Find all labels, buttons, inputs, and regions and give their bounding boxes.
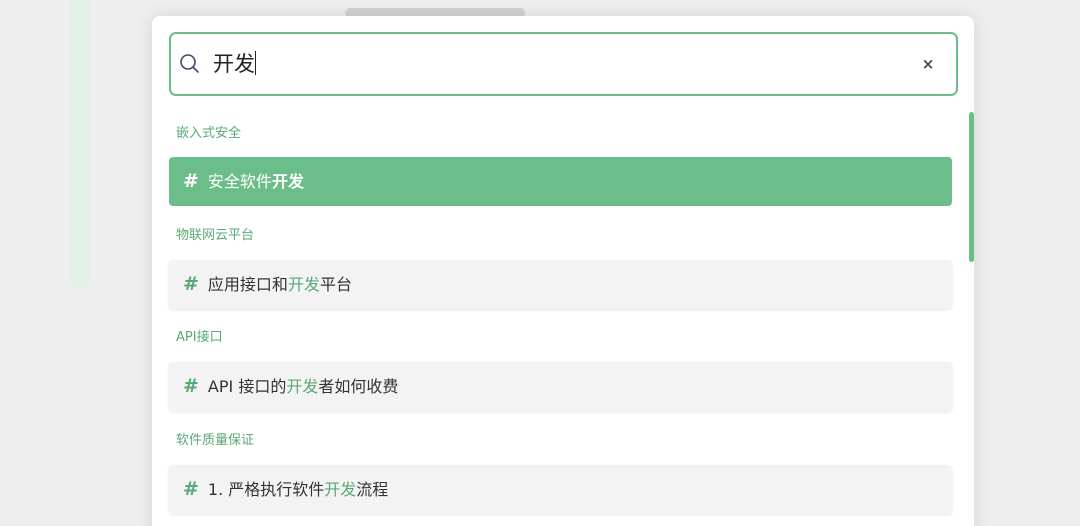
clear-button[interactable]: × <box>916 52 940 76</box>
result-group-title: API接口 <box>176 330 223 345</box>
search-query: 开发 <box>213 52 255 76</box>
backdrop-sidebar <box>70 0 90 290</box>
search-input[interactable]: 开发 <box>213 48 893 80</box>
hash-icon: # <box>183 170 199 192</box>
search-icon <box>180 54 199 73</box>
search-box[interactable]: 开发 × <box>169 32 958 96</box>
text-caret <box>255 51 256 75</box>
result-item[interactable]: # 应用接口和开发平台 <box>169 260 952 309</box>
result-item-selected[interactable]: # 安全软件开发 <box>169 157 952 206</box>
result-text-highlight: 开发 <box>287 275 320 294</box>
result-text-highlight: 开发 <box>286 377 319 396</box>
result-text-suffix: 者如何收费 <box>318 377 399 396</box>
result-text-prefix: 安全软件 <box>207 172 272 191</box>
result-text-suffix: 平台 <box>319 275 352 294</box>
hash-icon: # <box>183 273 199 295</box>
result-group-title: 物联网云平台 <box>176 228 255 243</box>
result-text-prefix: API 接口的 <box>207 377 287 396</box>
results-scrollbar[interactable] <box>969 112 974 262</box>
result-group-title: 嵌入式安全 <box>176 126 242 141</box>
search-modal: 开发 × 嵌入式安全 # 安全软件开发 物联网云平台 # 应用接口和开发平台 API… <box>152 16 974 526</box>
result-item[interactable]: #1. 严格执行软件开发流程 <box>169 465 952 514</box>
hash-icon: # <box>183 478 199 500</box>
result-group-title: 软件质量保证 <box>176 433 255 448</box>
result-text-suffix: 流程 <box>356 480 389 499</box>
hash-icon: # <box>183 375 199 397</box>
result-text-highlight: 开发 <box>324 480 357 499</box>
result-text-prefix: 1. 严格执行软件 <box>207 480 325 499</box>
result-text-highlight: 开发 <box>271 172 304 191</box>
result-text-prefix: 应用接口和 <box>207 275 288 294</box>
result-item[interactable]: # API 接口的开发者如何收费 <box>169 362 952 411</box>
